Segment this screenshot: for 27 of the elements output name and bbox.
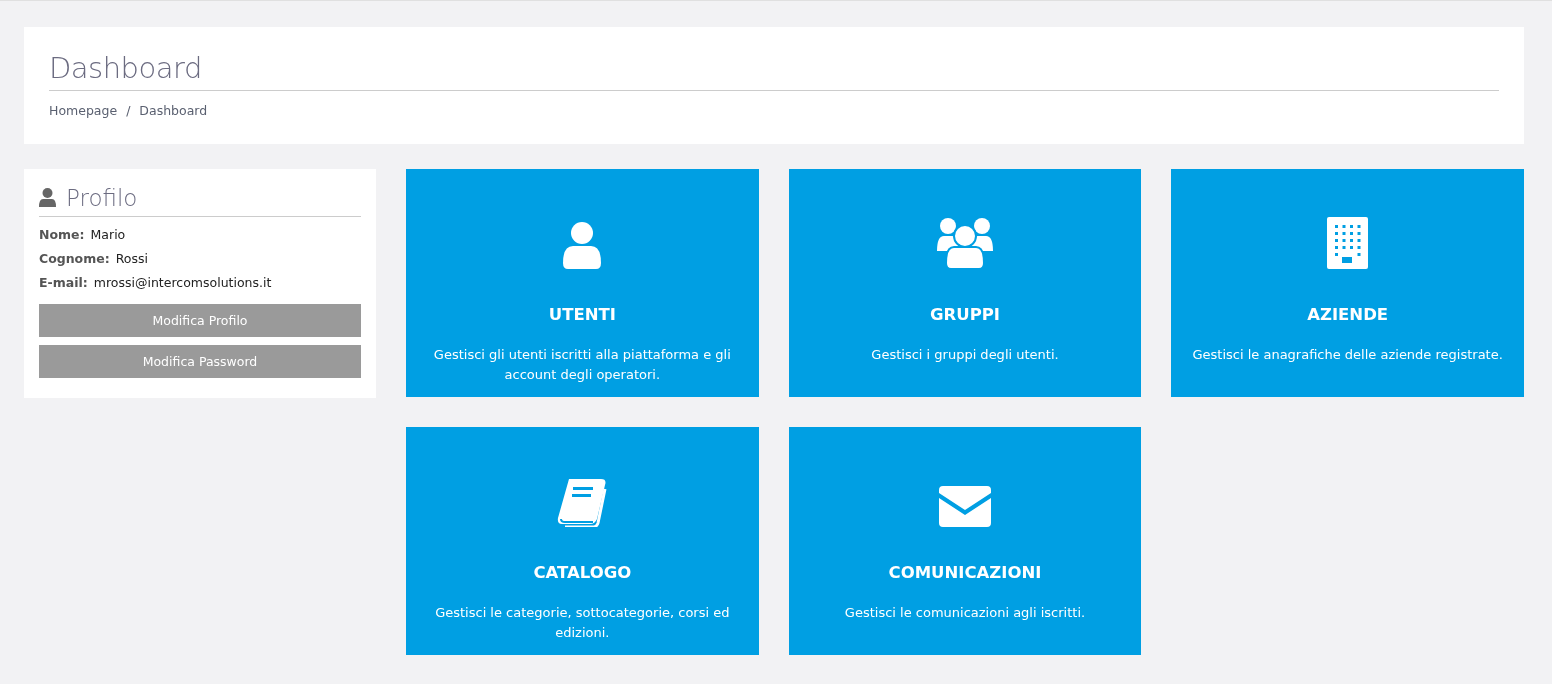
field-value: mrossi@intercomsolutions.it bbox=[93, 275, 272, 290]
tile-description: Gestisci le anagrafiche delle aziende registrate. bbox=[1192, 346, 1503, 364]
card-title: Profilo bbox=[66, 185, 138, 211]
breadcrumb-link[interactable]: Dashboard bbox=[139, 103, 208, 118]
field-label: Cognome: bbox=[39, 251, 110, 266]
field-label: Nome: bbox=[39, 227, 85, 242]
user-icon bbox=[39, 188, 56, 208]
tile-title: AZIENDE bbox=[1307, 305, 1389, 324]
page-title: Dashboard bbox=[49, 51, 1499, 91]
field-value: Mario bbox=[90, 227, 126, 242]
book-icon bbox=[557, 479, 608, 527]
envelope-icon bbox=[939, 486, 991, 527]
tile-title: COMUNICAZIONI bbox=[888, 563, 1042, 582]
group-icon bbox=[937, 217, 993, 269]
breadcrumb-separator: / bbox=[126, 103, 131, 118]
building-icon bbox=[1327, 217, 1369, 269]
tile-title: CATALOGO bbox=[533, 563, 632, 582]
user-icon bbox=[563, 222, 602, 269]
tile-description: Gestisci i gruppi degli utenti. bbox=[871, 346, 1059, 364]
tile-description: Gestisci gli utenti iscritti alla piattaforma e gli account degli operatori. bbox=[432, 346, 732, 384]
tile-title: UTENTI bbox=[548, 305, 616, 324]
tile-description: Gestisci le categorie, sottocategorie, corsi ed edizioni. bbox=[434, 604, 731, 642]
breadcrumb-link[interactable]: Homepage bbox=[49, 103, 118, 118]
field-label: E-mail: bbox=[39, 275, 88, 290]
field-value: Rossi bbox=[115, 251, 148, 266]
tile-description: Gestisci le comunicazioni agli iscritti. bbox=[844, 604, 1086, 622]
tile-title: GRUPPI bbox=[930, 305, 1000, 324]
